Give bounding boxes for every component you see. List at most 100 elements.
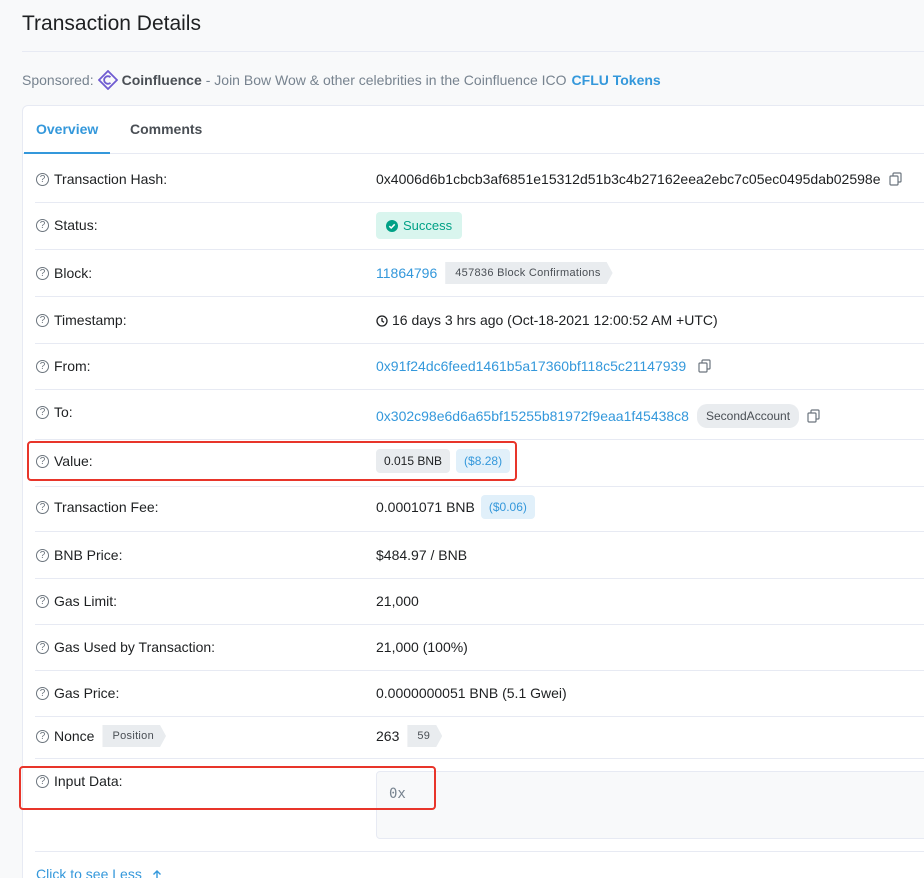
help-icon[interactable]: ? (36, 266, 49, 280)
row-divider (35, 716, 924, 717)
row-divider (35, 531, 924, 532)
label-text: From: (54, 358, 91, 374)
help-icon[interactable]: ? (36, 729, 49, 743)
help-icon[interactable]: ? (36, 686, 49, 700)
row-divider (35, 389, 924, 390)
label-value: ? Value: (36, 453, 93, 469)
value-to: 0x302c98e6d6a65bf15255b81972f9eaa1f45438… (376, 404, 820, 428)
account-name-tag: SecondAccount (696, 404, 800, 428)
sponsor-link[interactable]: CFLU Tokens (572, 72, 661, 88)
help-icon[interactable]: ? (36, 218, 49, 232)
label-text: Nonce (54, 728, 95, 744)
row-divider (35, 439, 924, 440)
from-address-link[interactable]: 0x91f24dc6feed1461b5a17360bf118c5c211479… (376, 358, 686, 374)
value-gas-limit: 21,000 (376, 593, 419, 609)
nonce-value: 263 (376, 728, 400, 744)
value-nonce: 263 59 (376, 725, 442, 747)
sponsor-prefix: Sponsored: (22, 72, 94, 88)
status-badge: Success (376, 212, 463, 239)
copy-icon[interactable] (888, 172, 902, 186)
usd-amount-badge: ($8.28) (456, 449, 511, 473)
value-status: Success (376, 212, 463, 239)
see-less-link[interactable]: Click to see Less (36, 866, 162, 878)
coinfluence-logo-icon (97, 69, 118, 91)
input-data-box[interactable]: 0x (376, 771, 924, 839)
value-timestamp: 16 days 3 hrs ago (Oct-18-2021 12:00:52 … (376, 312, 718, 328)
clock-icon (376, 314, 388, 327)
value-transaction-hash: 0x4006d6b1cbcb3af6851e15312d51b3c4b27162… (376, 171, 902, 187)
copy-icon[interactable] (698, 359, 711, 373)
block-confirmations-badge: 457836 Block Confirmations (445, 262, 612, 284)
value-from: 0x91f24dc6feed1461b5a17360bf118c5c211479… (376, 358, 711, 374)
row-divider (35, 296, 924, 297)
row-divider (35, 249, 924, 250)
label-text: Status: (54, 217, 98, 233)
help-icon[interactable]: ? (36, 774, 49, 788)
tab-comments[interactable]: Comments (118, 106, 214, 154)
label-text: Block: (54, 265, 93, 281)
label-text: Transaction Hash: (54, 171, 168, 187)
row-divider (35, 851, 924, 852)
title-divider (22, 51, 924, 52)
label-nonce: ? Nonce Position (36, 725, 166, 747)
help-icon[interactable]: ? (36, 359, 49, 373)
fee-amount: 0.0001071 BNB (376, 499, 475, 515)
position-value-badge: 59 (407, 725, 442, 747)
row-divider (35, 202, 924, 203)
label-text: Value: (54, 453, 93, 469)
help-icon[interactable]: ? (36, 594, 49, 608)
label-gas-limit: ? Gas Limit: (36, 593, 117, 609)
gas-price: 0.0000000051 BNB (5.1 Gwei) (376, 685, 567, 701)
timestamp-text: 16 days 3 hrs ago (Oct-18-2021 12:00:52 … (392, 312, 718, 328)
label-text: Input Data: (54, 773, 123, 789)
position-badge: Position (102, 725, 166, 747)
status-text: Success (403, 218, 453, 233)
help-icon[interactable]: ? (36, 548, 49, 562)
block-number-link[interactable]: 11864796 (376, 265, 437, 281)
help-icon[interactable]: ? (36, 313, 49, 327)
transaction-hash: 0x4006d6b1cbcb3af6851e15312d51b3c4b27162… (376, 171, 881, 187)
row-divider (35, 343, 924, 344)
label-text: BNB Price: (54, 547, 123, 563)
page-title: Transaction Details (22, 12, 201, 35)
label-from: ? From: (36, 358, 91, 374)
fee-usd-badge: ($0.06) (480, 495, 535, 519)
help-icon[interactable]: ? (36, 640, 49, 654)
check-circle-icon (386, 219, 398, 232)
value-transaction-fee: 0.0001071 BNB ($0.06) (376, 495, 535, 519)
value-gas-price: 0.0000000051 BNB (5.1 Gwei) (376, 685, 567, 701)
row-divider (35, 758, 924, 759)
row-divider (35, 670, 924, 671)
tab-overview[interactable]: Overview (24, 106, 111, 154)
gas-used: 21,000 (100%) (376, 639, 468, 655)
label-transaction-hash: ? Transaction Hash: (36, 171, 167, 187)
sponsor-bar: Sponsored: Coinfluence - Join Bow Wow & … (22, 69, 661, 91)
label-timestamp: ? Timestamp: (36, 312, 127, 328)
value-gas-used: 21,000 (100%) (376, 639, 468, 655)
label-text: Timestamp: (54, 312, 127, 328)
bnb-price: $484.97 / BNB (376, 547, 468, 563)
label-text: To: (54, 404, 73, 420)
gas-limit: 21,000 (376, 593, 419, 609)
copy-icon[interactable] (807, 409, 820, 423)
label-gas-price: ? Gas Price: (36, 685, 119, 701)
help-icon[interactable]: ? (36, 172, 49, 186)
value-block: 11864796 457836 Block Confirmations (376, 262, 613, 284)
sponsor-text: - Join Bow Wow & other celebrities in th… (205, 72, 567, 88)
label-bnb-price: ? BNB Price: (36, 547, 122, 563)
see-less-text: Click to see Less (36, 866, 142, 878)
row-divider (35, 578, 924, 579)
value-amount: 0.015 BNB ($8.28) (376, 449, 511, 473)
arrow-up-icon (152, 868, 162, 878)
label-text: Gas Price: (54, 685, 120, 701)
tab-bar: Overview Comments (23, 106, 924, 154)
help-icon[interactable]: ? (36, 405, 49, 419)
sponsor-brand[interactable]: Coinfluence (122, 72, 202, 88)
value-bnb-price: $484.97 / BNB (376, 547, 467, 563)
help-icon[interactable]: ? (36, 500, 49, 514)
help-icon[interactable]: ? (36, 454, 49, 468)
label-gas-used: ? Gas Used by Transaction: (36, 639, 215, 655)
bnb-amount-badge: 0.015 BNB (376, 449, 451, 473)
label-block: ? Block: (36, 265, 92, 281)
to-address-link[interactable]: 0x302c98e6d6a65bf15255b81972f9eaa1f45438… (376, 408, 689, 424)
